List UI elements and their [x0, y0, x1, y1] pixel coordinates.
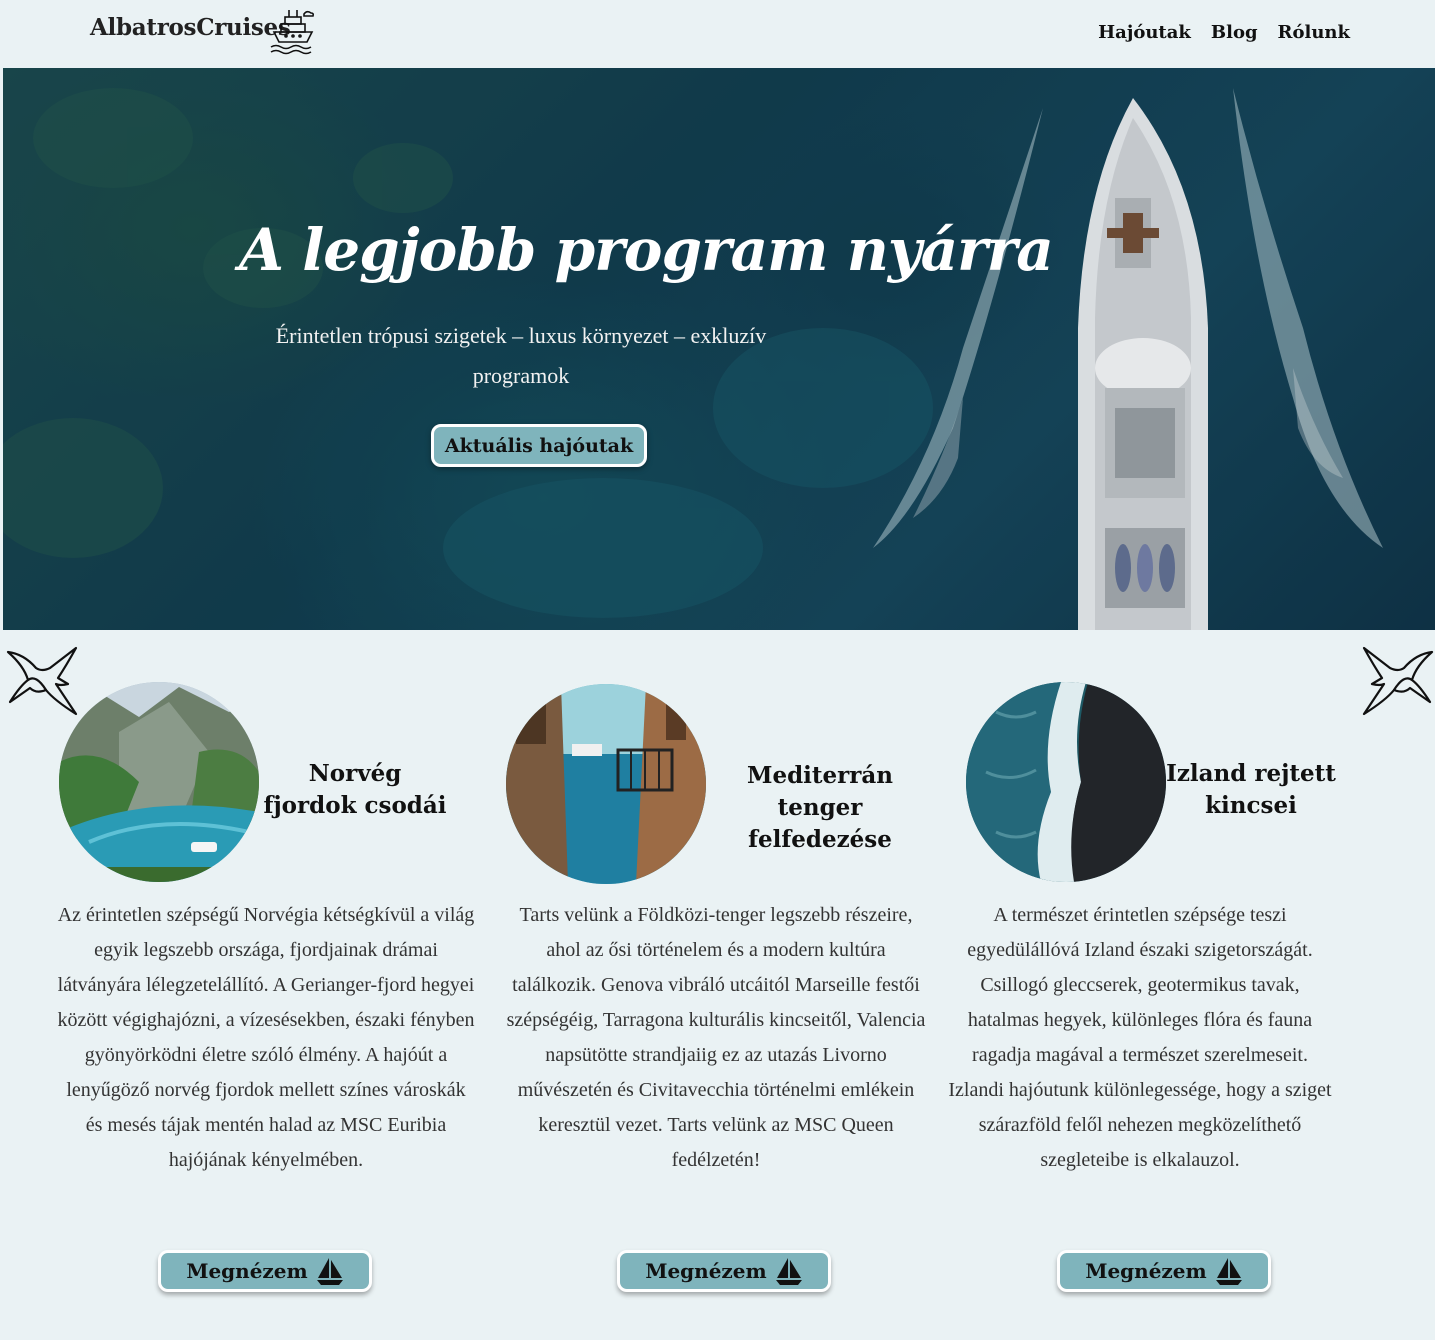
- main-nav: Hajóutak Blog Rólunk: [1098, 22, 1350, 43]
- nav-link-hajoutak[interactable]: Hajóutak: [1098, 22, 1191, 43]
- card-description: A természet érintetlen szépsége teszi eg…: [948, 904, 1332, 1171]
- button-label: Megnézem: [186, 1259, 308, 1283]
- nav-link-rolunk[interactable]: Rólunk: [1278, 22, 1350, 43]
- sailboat-icon: [775, 1258, 802, 1285]
- card-title: Izland rejtett kincsei: [1166, 760, 1336, 819]
- card-image-norway-fjord: [59, 682, 259, 882]
- card-description: Az érintetlen szépségű Norvégia kétségkí…: [57, 904, 475, 1171]
- card-title: Mediterrán tenger felfedezése: [746, 762, 894, 853]
- hero-banner: A legjobb program nyárra Érintetlen tróp…: [3, 68, 1435, 630]
- site-header: AlbatrosCruises Hajóutak Blog Rólunk: [0, 0, 1435, 68]
- view-mediterranean-button[interactable]: Megnézem: [617, 1250, 831, 1292]
- hero-subtitle: Érintetlen trópusi szigetek – luxus körn…: [275, 323, 767, 388]
- nav-link-blog[interactable]: Blog: [1211, 22, 1258, 43]
- card-description: Tarts velünk a Földközi-tenger legszebb …: [506, 904, 926, 1171]
- view-iceland-button[interactable]: Megnézem: [1057, 1250, 1271, 1292]
- sailboat-icon: [1215, 1258, 1242, 1285]
- current-cruises-button[interactable]: Aktuális hajóutak: [431, 424, 647, 467]
- brand-name[interactable]: AlbatrosCruises: [90, 14, 291, 41]
- button-label: Megnézem: [1085, 1259, 1207, 1283]
- card-title: Norvég fjordok csodái: [263, 760, 447, 819]
- cruise-ship-logo-icon[interactable]: [268, 6, 318, 56]
- view-norway-button[interactable]: Megnézem: [158, 1250, 372, 1292]
- sailboat-icon: [316, 1258, 343, 1285]
- button-label: Megnézem: [645, 1259, 767, 1283]
- hero-title: A legjobb program nyárra: [239, 216, 1054, 284]
- card-image-mediterranean-street: [506, 684, 706, 884]
- albatross-icon: [6, 646, 78, 716]
- albatross-icon: [1362, 646, 1434, 716]
- card-image-iceland-coast: [966, 682, 1166, 882]
